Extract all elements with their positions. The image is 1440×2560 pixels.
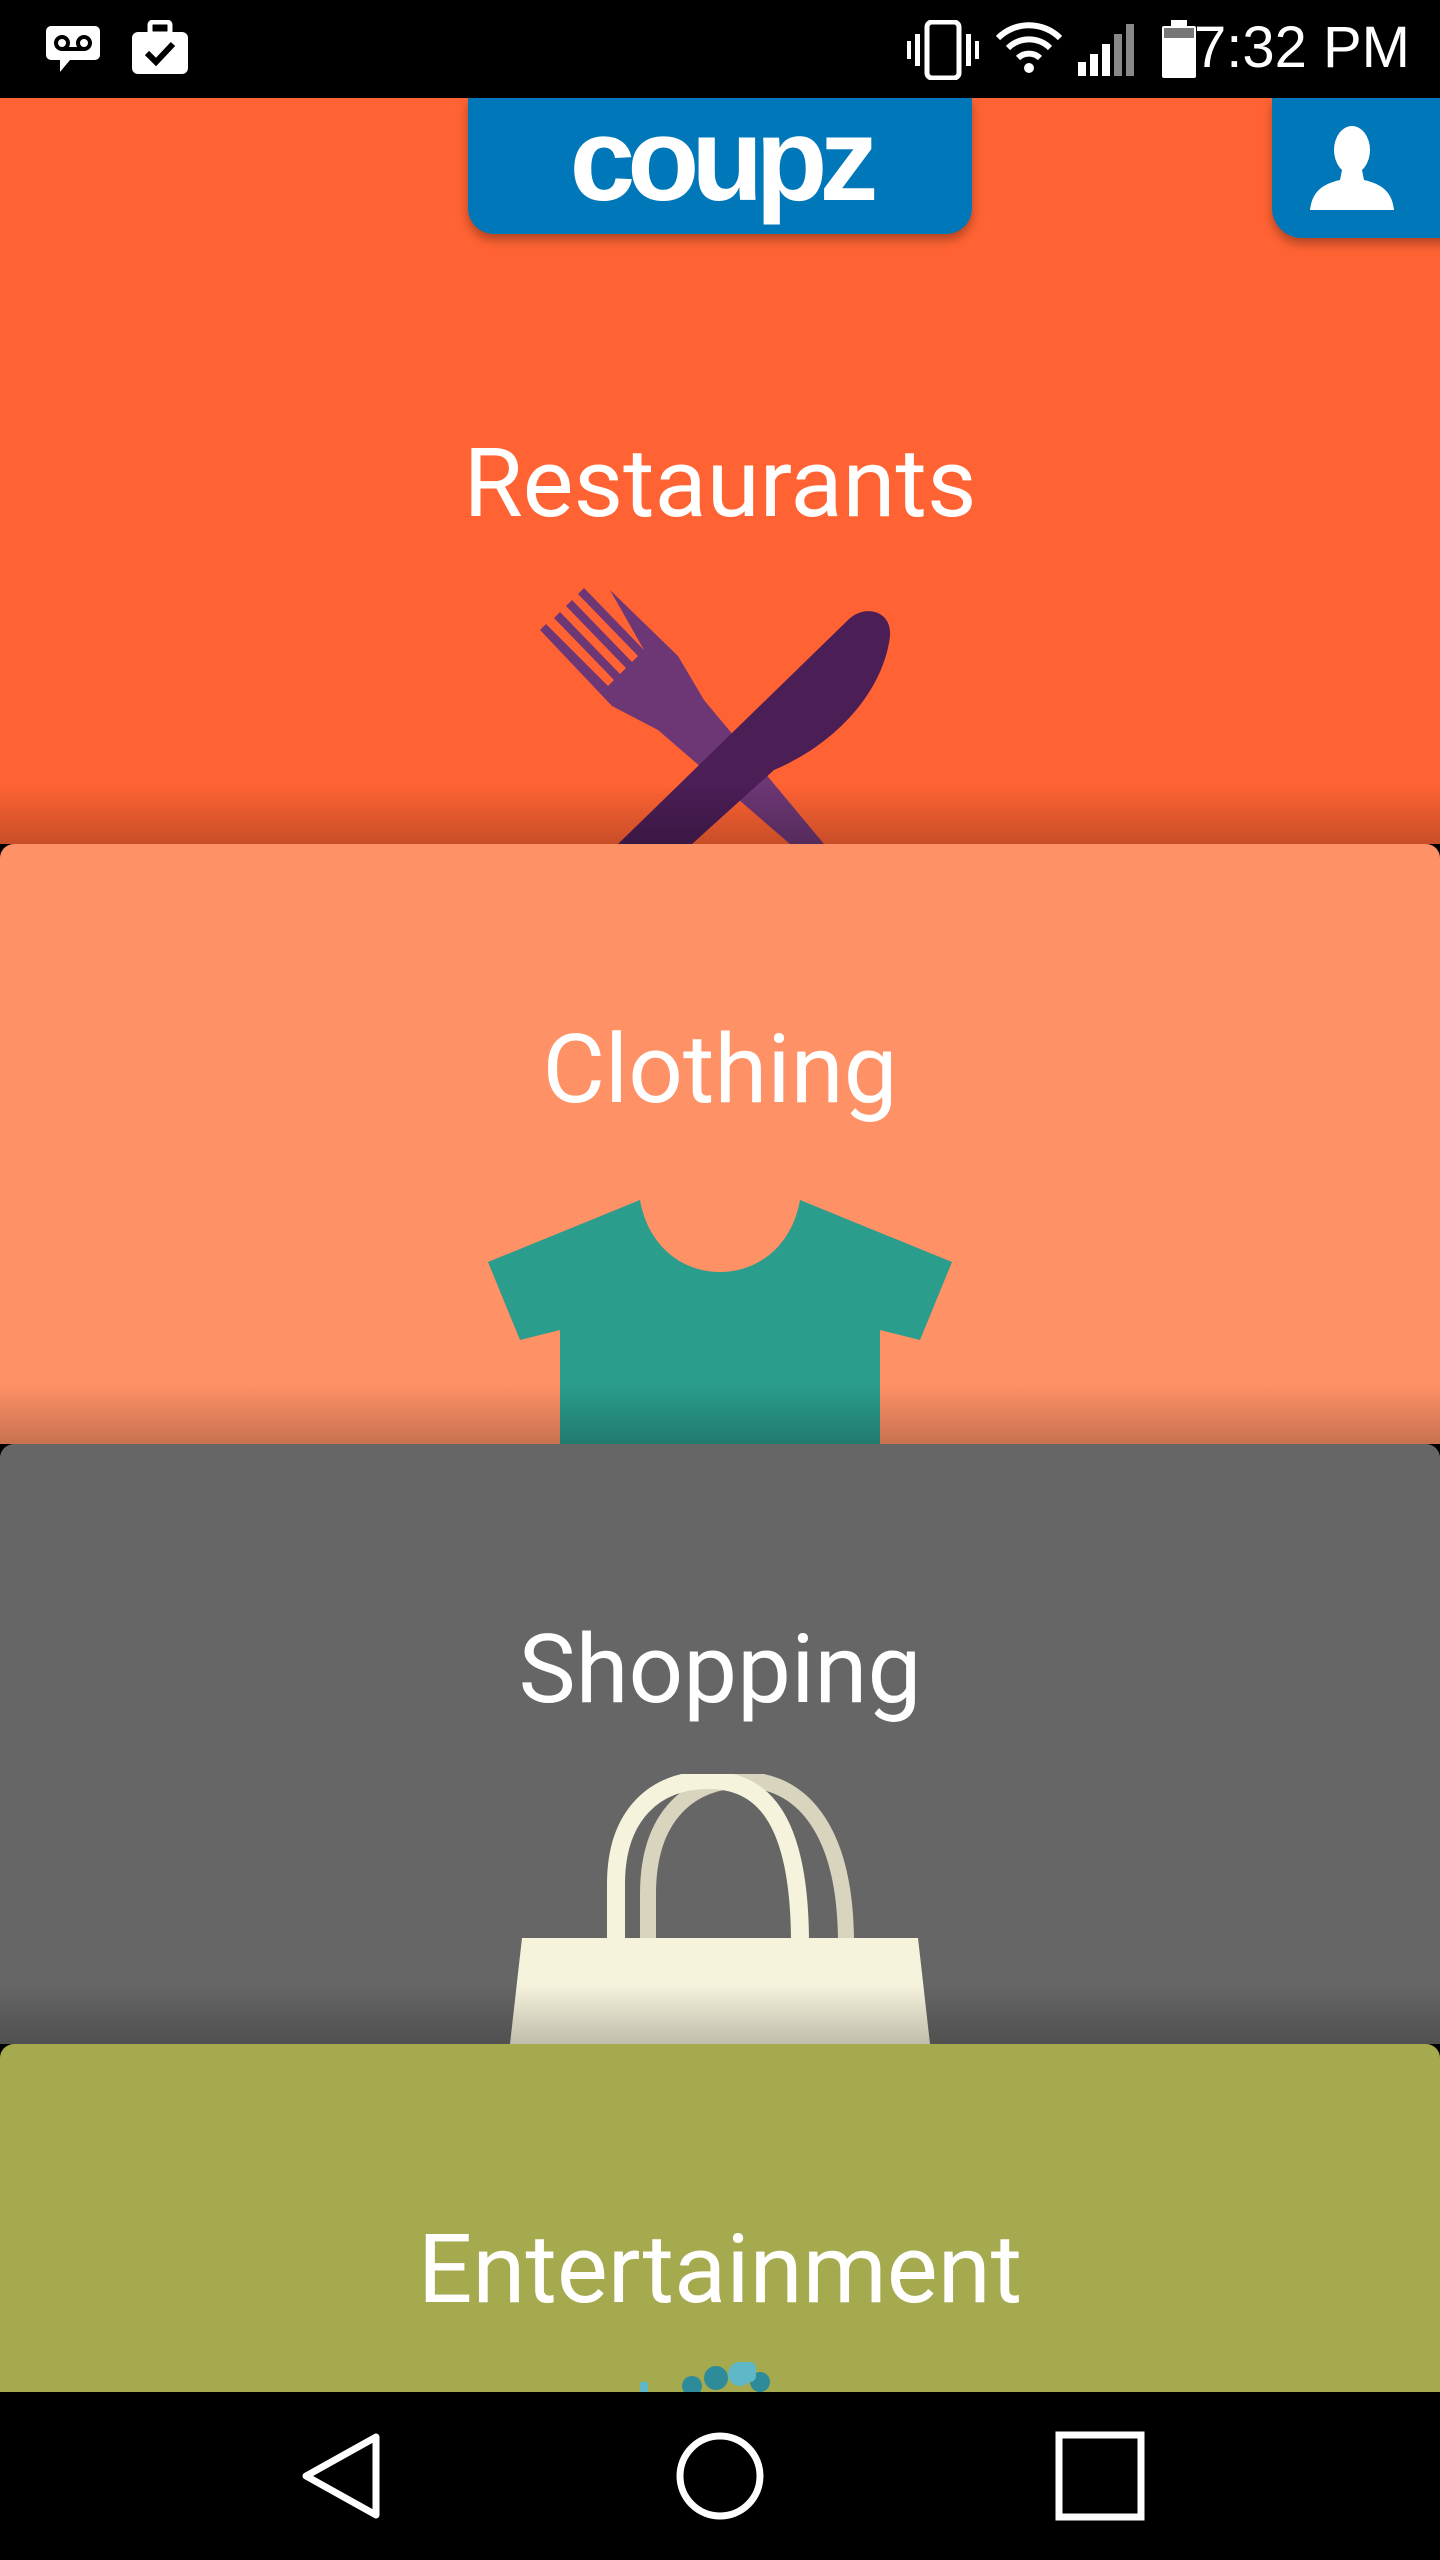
tshirt-icon [488, 1200, 952, 1444]
category-list[interactable]: Restaurants Clothing Shopping Entertainm… [0, 98, 1440, 2392]
category-title: Shopping [518, 1614, 922, 1726]
home-button[interactable] [600, 2392, 840, 2560]
recents-button[interactable] [980, 2392, 1220, 2560]
vibrate-icon [907, 20, 979, 80]
cell-signal-icon [1078, 24, 1134, 76]
entertainment-icon [640, 2362, 770, 2392]
app-logo[interactable]: coupz [468, 98, 972, 234]
back-icon [302, 2433, 380, 2519]
category-card-shopping[interactable]: Shopping [0, 1444, 1440, 2044]
voicemail-icon [46, 26, 100, 72]
recents-icon [1055, 2431, 1145, 2521]
status-bar: 7:32 PM [0, 0, 1440, 98]
category-title: Clothing [542, 1014, 898, 1126]
person-icon [1310, 126, 1394, 210]
fork-knife-icon [540, 588, 891, 844]
category-card-entertainment[interactable]: Entertainment [0, 2044, 1440, 2392]
category-card-clothing[interactable]: Clothing [0, 844, 1440, 1444]
back-button[interactable] [220, 2392, 460, 2560]
category-title: Entertainment [417, 2214, 1023, 2326]
status-time: 7:32 PM [1194, 15, 1410, 80]
home-icon [676, 2432, 764, 2520]
logo-text: coupz [569, 98, 879, 226]
wifi-icon [996, 22, 1062, 73]
profile-button[interactable] [1272, 98, 1440, 238]
shopping-bag-icon [510, 1774, 930, 2044]
category-title: Restaurants [463, 428, 977, 540]
navigation-bar [0, 2392, 1440, 2560]
briefcase-check-icon [132, 20, 188, 74]
